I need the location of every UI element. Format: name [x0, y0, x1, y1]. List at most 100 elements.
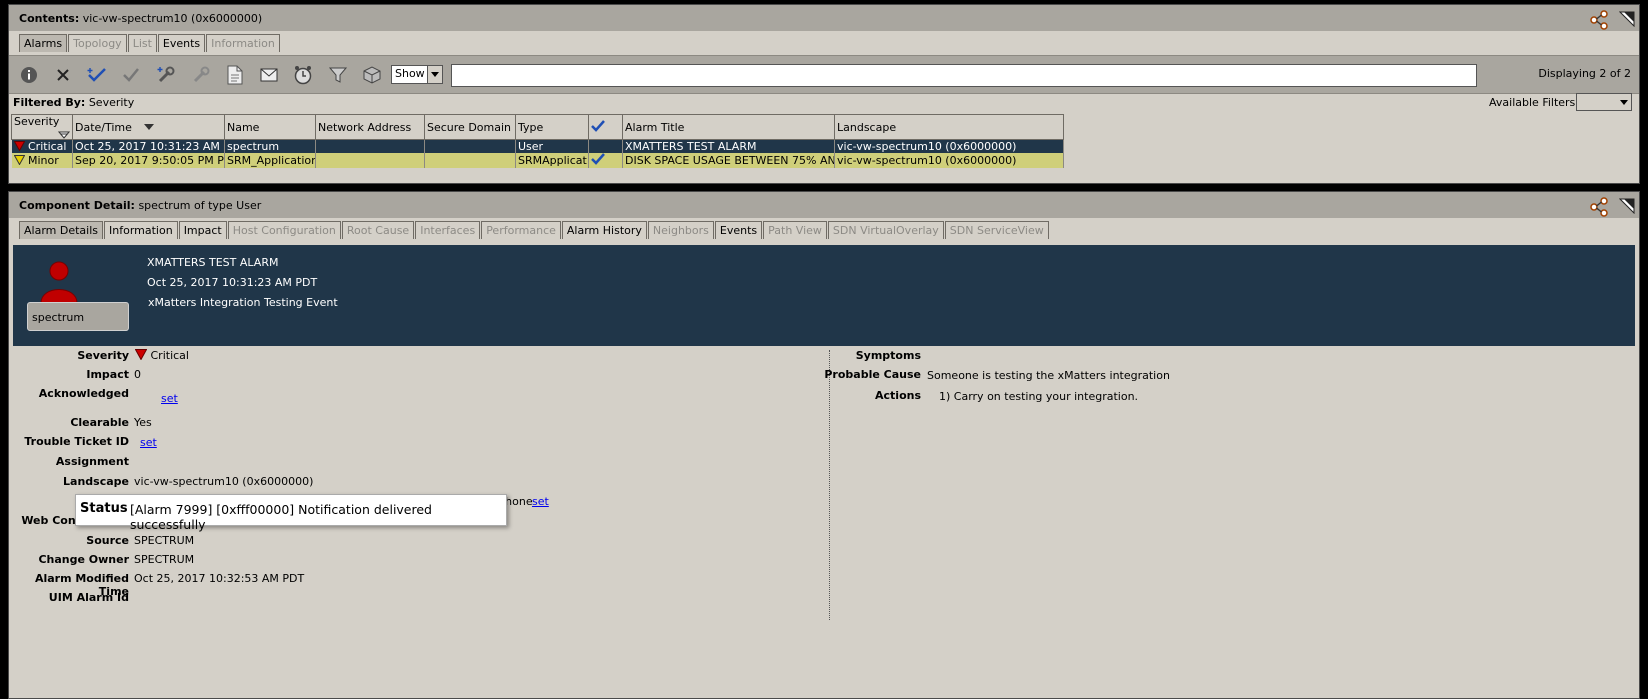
status-tooltip: Status [Alarm 7999] [0xfff00000] Notific… — [75, 494, 507, 532]
probable-cause-value: Someone is testing the xMatters integrat… — [927, 369, 1170, 382]
actions-label: Actions — [875, 389, 921, 402]
banner-event: xMatters Integration Testing Event — [148, 296, 338, 309]
export-button[interactable] — [360, 63, 384, 87]
share-icon[interactable] — [1589, 197, 1609, 217]
sort-desc-icon — [144, 123, 155, 130]
assign-button[interactable] — [154, 63, 178, 87]
search-input[interactable] — [451, 64, 1477, 87]
info-button[interactable] — [17, 63, 41, 87]
tab-host-configuration[interactable]: Host Configuration — [227, 221, 341, 239]
name-cell: spectrum — [224, 139, 316, 153]
user-icon — [40, 261, 78, 303]
clearable-value: Yes — [134, 416, 152, 429]
column-header-alarm-title[interactable]: Alarm Title — [622, 114, 835, 140]
trouble-ticket-label: Trouble Ticket ID — [24, 435, 129, 448]
uim-alarm-id-label: UIM Alarm Id — [48, 591, 129, 604]
clearable-label: Clearable — [70, 416, 129, 429]
tab-neighbors[interactable]: Neighbors — [647, 221, 714, 239]
available-filters-label: Available Filters: — [1489, 96, 1579, 109]
filter-button[interactable] — [326, 63, 350, 87]
trouble-ticket-set-link[interactable]: set — [140, 436, 157, 449]
severity-cell: Minor — [11, 153, 73, 168]
check-plus-icon — [87, 68, 106, 82]
column-header-name[interactable]: Name — [224, 114, 316, 140]
tab-events[interactable]: Events — [157, 34, 206, 52]
report-button[interactable] — [223, 63, 247, 87]
tab-alarm-history[interactable]: Alarm History — [561, 221, 647, 239]
clock-icon — [294, 66, 312, 85]
tab-interfaces[interactable]: Interfaces — [415, 221, 481, 239]
critical-triangle-icon — [13, 141, 25, 152]
share-icon[interactable] — [1589, 10, 1609, 30]
collapse-corner-icon[interactable] — [1619, 198, 1635, 214]
table-row[interactable]: Critical Oct 25, 2017 10:31:23 AM PDT sp… — [11, 139, 1064, 153]
tab-impact[interactable]: Impact — [178, 221, 227, 239]
alarms-table: Severity Date/Time Name Network Address … — [11, 114, 1064, 168]
show-select[interactable]: Show — [391, 65, 443, 84]
secure-domain-cell — [424, 153, 516, 168]
tab-information[interactable]: Information — [206, 34, 280, 52]
document-icon — [227, 65, 243, 85]
tab-path-view[interactable]: Path View — [763, 221, 827, 239]
clear-alarm-button[interactable] — [51, 63, 75, 87]
table-row[interactable]: Minor Sep 20, 2017 9:50:05 PM PDT SRM_Ap… — [11, 153, 1064, 168]
landscape-cell: vic-vw-spectrum10 (0x6000000) — [834, 139, 1064, 153]
unacknowledge-button[interactable] — [119, 63, 143, 87]
tab-events[interactable]: Events — [714, 221, 763, 239]
secure-domain-cell — [424, 139, 516, 153]
available-filters-select[interactable] — [1576, 93, 1632, 111]
chevron-down-icon — [1620, 100, 1628, 105]
tab-list[interactable]: List — [127, 34, 157, 52]
column-header-severity[interactable]: Severity — [11, 114, 73, 140]
chevron-down-icon — [427, 66, 442, 83]
sort-desc-icon — [58, 131, 70, 139]
tab-sdn-virtualoverlay[interactable]: SDN VirtualOverlay — [827, 221, 944, 239]
tab-information[interactable]: Information — [104, 221, 178, 239]
impact-value: 0 — [134, 368, 141, 381]
change-owner-label: Change Owner — [38, 553, 129, 566]
alarm-modified-time-value: Oct 25, 2017 10:32:53 AM PDT — [134, 572, 305, 585]
email-button[interactable] — [257, 63, 281, 87]
acknowledged-label: Acknowledged — [38, 387, 129, 400]
tab-sdn-serviceview[interactable]: SDN ServiceView — [944, 221, 1049, 239]
tab-root-cause[interactable]: Root Cause — [341, 221, 415, 239]
source-value: SPECTRUM — [134, 534, 195, 547]
component-detail-panel: Component Detail: spectrum of type User … — [8, 191, 1640, 699]
minor-triangle-icon — [13, 155, 25, 166]
probable-cause-label: Probable Cause — [824, 368, 921, 381]
landscape-label: Landscape — [63, 475, 129, 488]
tab-topology[interactable]: Topology — [68, 34, 127, 52]
collapse-corner-icon[interactable] — [1619, 11, 1635, 27]
alarm-title-cell: XMATTERS TEST ALARM — [622, 139, 835, 153]
actions-value: 1) Carry on testing your integration. — [939, 390, 1139, 403]
name-cell: SRM_Application... — [224, 153, 316, 168]
column-header-network-address[interactable]: Network Address — [315, 114, 425, 140]
detail-title: Component Detail: spectrum of type User — [19, 199, 262, 212]
check-icon — [591, 119, 605, 132]
severity-cell: Critical — [11, 139, 73, 153]
tab-alarm-details[interactable]: Alarm Details — [19, 221, 103, 239]
impact-label: Impact — [86, 368, 129, 381]
contents-tabs: Alarms Topology List Events Information — [19, 34, 281, 52]
critical-triangle-icon — [134, 349, 148, 361]
wrench-icon — [193, 66, 210, 83]
table-header-row: Severity Date/Time Name Network Address … — [11, 114, 1064, 140]
contents-title: Contents: vic-vw-spectrum10 (0x6000000) — [19, 12, 263, 25]
column-header-type[interactable]: Type — [515, 114, 589, 140]
wrench-plus-icon — [157, 66, 175, 83]
column-header-datetime[interactable]: Date/Time — [72, 114, 225, 140]
column-header-landscape[interactable]: Landscape — [834, 114, 1064, 140]
tab-performance[interactable]: Performance — [481, 221, 561, 239]
displaying-count: Displaying 2 of 2 — [1538, 67, 1631, 80]
tab-alarms[interactable]: Alarms — [19, 34, 68, 52]
unassign-button[interactable] — [189, 63, 213, 87]
status-set-link[interactable]: set — [532, 495, 549, 508]
detail-header: Component Detail: spectrum of type User — [9, 192, 1639, 218]
column-header-acknowledged[interactable] — [588, 114, 623, 140]
acknowledged-set-link[interactable]: set — [161, 392, 178, 405]
alarm-clock-button[interactable] — [291, 63, 315, 87]
banner-datetime: Oct 25, 2017 10:31:23 AM PDT — [147, 276, 318, 289]
severity-label: Severity — [77, 349, 129, 362]
acknowledge-button[interactable] — [85, 63, 109, 87]
column-header-secure-domain[interactable]: Secure Domain — [424, 114, 516, 140]
